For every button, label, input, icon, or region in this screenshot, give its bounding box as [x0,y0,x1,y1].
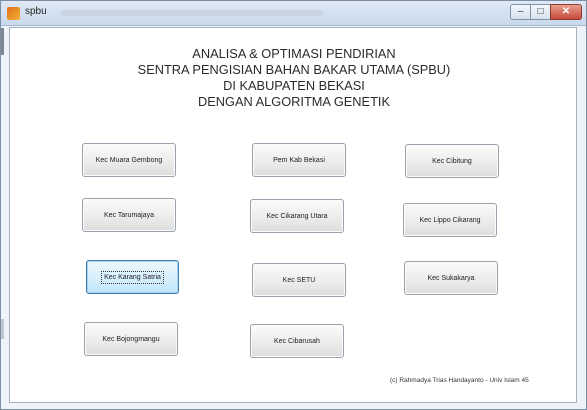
tarumajaya-button-label: Kec Tarumajaya [103,211,155,219]
pem-kab-bekasi-button[interactable]: Pem Kab Bekasi [252,143,346,177]
karang-satria-button[interactable]: Kec Karang Satria [86,260,179,294]
sukakarya-button[interactable]: Kec Sukakarya [404,261,498,295]
heading-line-2: SENTRA PENGISIAN BAHAN BAKAR UTAMA (SPBU… [137,62,451,77]
left-resize-grip [1,28,4,55]
heading-line-3: DI KABUPATEN BEKASI [223,78,365,93]
maximize-button[interactable]: □ [530,4,551,20]
minimize-icon: – [517,6,524,17]
setu-button[interactable]: Kec SETU [252,263,346,297]
lippo-cikarang-button-label: Kec Lippo Cikarang [419,216,481,224]
page-heading: ANALISA & OPTIMASI PENDIRIAN SENTRA PENG… [124,46,464,110]
cibitung-button-label: Kec Cibitung [432,157,472,165]
heading-line-1: ANALISA & OPTIMASI PENDIRIAN [192,46,396,61]
app-icon [7,7,20,20]
karang-satria-button-label: Kec Karang Satria [101,270,164,284]
setu-button-label: Kec SETU [282,276,316,284]
cibitung-button[interactable]: Kec Cibitung [405,144,499,178]
pem-kab-bekasi-button-label: Pem Kab Bekasi [273,156,325,164]
lippo-cikarang-button[interactable]: Kec Lippo Cikarang [403,203,497,237]
cikarang-utara-button[interactable]: Kec Cikarang Utara [250,199,344,233]
maximize-icon: □ [537,6,544,17]
heading-line-4: DENGAN ALGORITMA GENETIK [198,94,390,109]
cibarusah-button[interactable]: Kec Cibarusah [250,324,344,358]
muara-gembong-button[interactable]: Kec Muara Gembong [82,143,176,177]
title-path-blurred [61,10,323,16]
window-title: spbu [25,6,47,17]
bojongmangu-button[interactable]: Kec Bojongmangu [84,322,178,356]
bojongmangu-button-label: Kec Bojongmangu [102,335,160,343]
cibarusah-button-label: Kec Cibarusah [274,337,320,345]
app-window: spbu – □ ✕ ANALISA & OPTIMASI PENDIRIAN … [0,0,587,410]
title-bar[interactable]: spbu – □ ✕ [1,1,586,26]
minimize-button[interactable]: – [510,4,531,20]
tarumajaya-button[interactable]: Kec Tarumajaya [82,198,176,232]
credit-text: (c) Rahmadya Trias Handayanto - Univ Isl… [390,377,529,384]
close-icon: ✕ [561,6,571,17]
cikarang-utara-button-label: Kec Cikarang Utara [266,212,328,220]
left-resize-grip-secondary [1,319,4,339]
muara-gembong-button-label: Kec Muara Gembong [95,156,163,164]
sukakarya-button-label: Kec Sukakarya [427,274,475,282]
close-button[interactable]: ✕ [550,4,582,20]
